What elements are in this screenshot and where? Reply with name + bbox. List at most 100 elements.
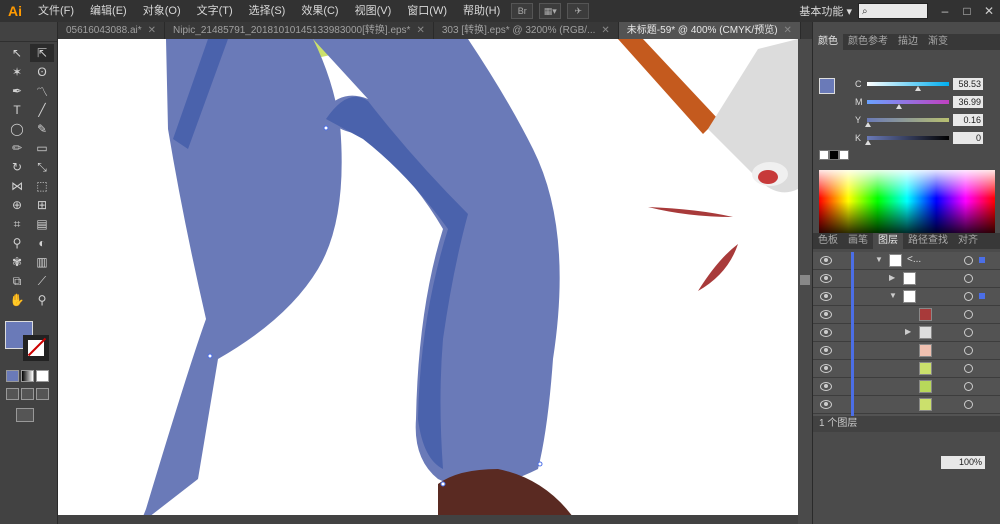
magenta-slider[interactable]: M 36.99 [855,96,997,109]
pen-tool-icon[interactable]: ✒ [5,82,29,100]
yellow-value-field[interactable]: 0.16 [953,114,983,126]
menu-type[interactable]: 文字(T) [189,0,241,22]
eraser-tool-icon[interactable]: ▭ [30,139,54,157]
target-icon[interactable] [964,382,973,391]
slider-knob[interactable] [915,86,921,91]
minimize-button[interactable]: – [934,0,956,22]
artwork[interactable] [58,39,798,524]
layer-row[interactable]: ▶ [813,270,1000,288]
tab-document-1[interactable]: 05616043088.ai* ✕ [58,22,166,39]
layer-row[interactable] [813,378,1000,396]
chevron-right-icon[interactable]: ▶ [905,327,911,336]
chevron-down-icon[interactable]: ▼ [875,255,883,264]
line-tool-icon[interactable]: ╱ [30,101,54,119]
eye-icon[interactable] [820,310,832,319]
curvature-tool-icon[interactable]: 〽 [30,82,54,100]
close-icon[interactable]: ✕ [148,22,156,39]
eyedropper-tool-icon[interactable]: ⚲ [5,234,29,252]
eye-icon[interactable] [820,346,832,355]
target-icon[interactable] [964,346,973,355]
paintbrush-tool-icon[interactable]: ✎ [30,120,54,138]
color-mode-icon[interactable] [6,370,19,382]
close-icon[interactable]: ✕ [601,22,609,39]
layer-row[interactable] [813,342,1000,360]
hand-tool-icon[interactable]: ✋ [5,291,29,309]
menu-file[interactable]: 文件(F) [30,0,82,22]
layer-row[interactable] [813,396,1000,414]
tab-brushes[interactable]: 画笔 [843,233,873,249]
symbol-sprayer-tool-icon[interactable]: ✾ [5,253,29,271]
eye-icon[interactable] [820,382,832,391]
maximize-button[interactable]: □ [956,0,978,22]
stroke-swatch[interactable] [23,335,49,361]
hammer-handle[interactable] [618,39,718,134]
lasso-tool-icon[interactable]: ʘ [30,63,54,81]
magenta-value-field[interactable]: 36.99 [953,96,983,108]
left-leg-shape[interactable] [140,39,342,524]
chevron-right-icon[interactable]: ▶ [889,273,895,282]
slider-knob[interactable] [865,140,871,145]
tab-pathfinder[interactable]: 路径查找 [903,233,953,249]
artboard-tool-icon[interactable]: ⧉ [5,272,29,290]
layer-row[interactable]: ▶ [813,324,1000,342]
rotate-tool-icon[interactable]: ↻ [5,158,29,176]
arrange-documents-icon[interactable]: ▦▾ [539,3,562,19]
none-mode-icon[interactable] [36,370,49,382]
ellipse-tool-icon[interactable]: ◯ [5,120,29,138]
anchor-point[interactable] [323,125,329,131]
none-color-swatch[interactable] [819,150,829,160]
slice-tool-icon[interactable]: ⟋ [30,272,54,290]
target-icon[interactable] [964,328,973,337]
tab-align[interactable]: 对齐 [953,233,983,249]
eye-icon[interactable] [820,256,832,265]
menu-window[interactable]: 窗口(W) [399,0,455,22]
tab-document-2[interactable]: Nipic_21485791_20181010145133983000[转换].… [165,22,434,39]
menu-edit[interactable]: 编辑(E) [82,0,135,22]
pencil-tool-icon[interactable]: ✏ [5,139,29,157]
eye-icon[interactable] [820,400,832,409]
slider-track[interactable] [867,82,949,91]
draw-normal-icon[interactable] [6,388,19,400]
zoom-tool-icon[interactable]: ⚲ [30,291,54,309]
layer-row[interactable] [813,360,1000,378]
cyan-value-field[interactable]: 58.53 [953,78,983,90]
eye-icon[interactable] [820,328,832,337]
gradient-mode-icon[interactable] [21,370,34,382]
column-graph-tool-icon[interactable]: ▥ [30,253,54,271]
menu-view[interactable]: 视图(V) [347,0,400,22]
selection-indicator[interactable] [979,293,985,299]
layer-name[interactable]: <... [907,254,921,265]
tab-layers[interactable]: 图层 [873,233,903,249]
free-transform-tool-icon[interactable]: ⬚ [30,177,54,195]
selection-tool-icon[interactable]: ↖ [5,44,29,62]
scroll-thumb[interactable] [800,275,810,285]
slider-track[interactable] [865,118,949,127]
slider-track[interactable] [865,136,949,145]
chevron-down-icon[interactable]: ▼ [889,291,897,300]
menu-help[interactable]: 帮助(H) [455,0,508,22]
search-input[interactable]: ⌕ [858,3,928,19]
yellow-slider[interactable]: Y 0.16 [855,114,997,127]
perspective-grid-tool-icon[interactable]: ⊞ [30,196,54,214]
color-panel-fill-swatch[interactable] [819,78,835,94]
menu-effect[interactable]: 效果(C) [293,0,346,22]
artboard-canvas[interactable] [58,39,798,524]
direct-selection-tool-icon[interactable]: ⇱ [30,44,54,62]
menu-object[interactable]: 对象(O) [135,0,189,22]
vertical-scrollbar[interactable] [798,39,812,524]
close-icon[interactable]: ✕ [784,22,792,39]
zoom-field[interactable]: 100% [941,456,985,469]
target-icon[interactable] [964,400,973,409]
tab-swatches[interactable]: 色板 [813,233,843,249]
target-icon[interactable] [964,274,973,283]
width-tool-icon[interactable]: ⋈ [5,177,29,195]
blend-tool-icon[interactable]: ◐ [30,234,54,252]
white-color-swatch[interactable] [839,150,849,160]
eye-icon[interactable] [820,292,832,301]
anchor-point[interactable] [440,481,446,487]
type-tool-icon[interactable]: T [5,101,29,119]
eye-icon[interactable] [820,274,832,283]
slider-knob[interactable] [865,122,871,127]
toolbar-grip[interactable] [0,22,57,42]
screen-mode-icon[interactable] [16,408,34,422]
